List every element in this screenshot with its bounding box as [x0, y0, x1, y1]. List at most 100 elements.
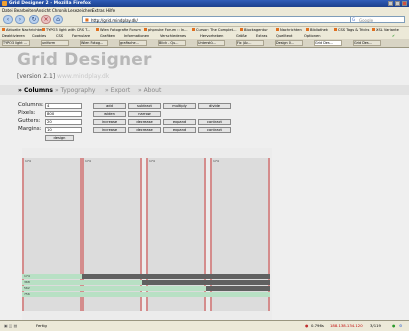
grid-preview: 174 174 174 174 174 368 562 756: [22, 148, 272, 320]
yslow-time: 0.796s: [311, 323, 324, 328]
tab-item[interactable]: Design 0...: [275, 40, 303, 46]
tool-extras[interactable]: Extras: [256, 34, 267, 38]
tool-cookies[interactable]: Cookies: [32, 34, 46, 38]
back-button[interactable]: ‹: [3, 15, 13, 24]
tab-item-active[interactable]: Grid Des...: [314, 40, 342, 46]
bookmark-item[interactable]: Nachrichten: [276, 28, 302, 32]
tab-item[interactable]: grafische...: [119, 40, 147, 46]
version-text: [version 2.1]: [17, 73, 56, 80]
tool-css[interactable]: CSS: [56, 34, 63, 38]
minimize-button[interactable]: [388, 1, 393, 6]
subtract-button[interactable]: subtract: [128, 103, 161, 109]
site-link[interactable]: www.mindplay.dk: [57, 73, 109, 80]
pixels-input[interactable]: 800: [45, 111, 82, 117]
maximize-button[interactable]: [395, 1, 400, 6]
tab-item[interactable]: TYPO3 light ...: [2, 40, 30, 46]
status-icons: ▣ ◫ ▤: [4, 323, 18, 328]
bookmark-icon: [240, 28, 243, 31]
server-ip: 188.138.134.120: [330, 323, 363, 328]
search-placeholder: Google: [359, 17, 374, 23]
bookmark-icon: [276, 28, 279, 31]
bookmark-icon: [144, 28, 147, 31]
bookmark-item[interactable]: phpnuke Forum :: In...: [144, 28, 188, 32]
bookmark-item[interactable]: CSS Tags & Tricks: [334, 28, 369, 32]
status-bar: ▣ ◫ ▤ Fertig ● 0.796s 188.138.134.120 3/…: [0, 320, 409, 331]
bookmark-item[interactable]: TYPO3 light with CRS T...: [42, 28, 90, 32]
tab-item[interactable]: Wien Fotog...: [80, 40, 108, 46]
bookmark-item[interactable]: Aktuelle Nachrichten: [2, 28, 44, 32]
bookmark-icon: [2, 28, 5, 31]
search-box[interactable]: G Google: [350, 16, 405, 23]
bookmark-icon: [372, 28, 375, 31]
margins-label: Margins:: [18, 126, 42, 132]
columns-input[interactable]: 4: [45, 103, 82, 109]
window-title: Grid Designer 2 - Mozilla Firefox: [9, 1, 91, 6]
gutters-decrease-button[interactable]: decrease: [128, 119, 161, 125]
bookmark-item[interactable]: XSL Variante: [372, 28, 399, 32]
forward-button[interactable]: ›: [15, 15, 25, 24]
tool-quelltext[interactable]: Quelltext: [276, 34, 292, 38]
site-icon: ■: [85, 17, 89, 22]
widen-button[interactable]: widen: [93, 111, 126, 117]
remaining-bar: [206, 286, 270, 291]
narrow-button[interactable]: narrow: [128, 111, 161, 117]
tool-deaktivieren[interactable]: Deaktivieren: [2, 34, 25, 38]
tool-hervorheben[interactable]: Hervorheben: [200, 34, 223, 38]
column-width-label: 174: [25, 159, 31, 163]
bookmark-icon: [96, 28, 99, 31]
bookmark-item[interactable]: Wien Fotografie Forum: [96, 28, 141, 32]
nav-about[interactable]: » About: [138, 87, 161, 94]
reload-button[interactable]: ↻: [29, 15, 39, 24]
remaining-bar: [142, 280, 270, 285]
tab-item[interactable]: Grid Des...: [353, 40, 381, 46]
tab-item[interactable]: uniform: [41, 40, 69, 46]
version-line: [version 2.1] www.mindplay.dk: [17, 73, 109, 80]
tool-verschiedenes[interactable]: Verschiedenes: [160, 34, 186, 38]
page-content: Grid Designer [version 2.1] www.mindplay…: [0, 48, 409, 320]
nav-export[interactable]: » Export: [105, 87, 130, 94]
check-icon: ✔: [392, 33, 396, 38]
tool-informationen[interactable]: Informationen: [124, 34, 149, 38]
navigation-toolbar: ‹ › ↻ × ⌂ ■ http://grid.mindplay.dk/ G G…: [0, 13, 409, 27]
add-button[interactable]: add: [93, 103, 126, 109]
tab-item[interactable]: Fix (Ac...: [236, 40, 264, 46]
divide-button[interactable]: divide: [198, 103, 231, 109]
margins-expand-button[interactable]: expand: [163, 127, 196, 133]
window-titlebar: Grid Designer 2 - Mozilla Firefox: [0, 0, 409, 7]
nav-typography[interactable]: » Typography: [55, 87, 95, 94]
gutters-input[interactable]: 20: [45, 119, 82, 125]
margins-decrease-button[interactable]: decrease: [128, 127, 161, 133]
bookmark-item[interactable]: Bibliothek: [306, 28, 328, 32]
bookmark-icon: [306, 28, 309, 31]
stop-button[interactable]: ×: [41, 15, 51, 24]
tool-groesse[interactable]: Größe: [236, 34, 247, 38]
tool-formulare[interactable]: Formulare: [72, 34, 90, 38]
bookmark-item[interactable]: Cursor: The Complet...: [192, 28, 236, 32]
bookmark-item[interactable]: Blockagentur: [240, 28, 268, 32]
gutters-expand-button[interactable]: expand: [163, 119, 196, 125]
bookmark-icon: [334, 28, 337, 31]
span-measure: 174: [22, 274, 82, 279]
margins-increase-button[interactable]: increase: [93, 127, 126, 133]
tab-item[interactable]: Unterstü...: [197, 40, 225, 46]
gutters-contract-button[interactable]: contract: [198, 119, 231, 125]
gutters-increase-button[interactable]: increase: [93, 119, 126, 125]
url-text: http://grid.mindplay.dk/: [91, 17, 138, 23]
tool-grafiken[interactable]: Grafiken: [100, 34, 115, 38]
span-label: 174: [24, 274, 30, 278]
column-width-label: 174: [213, 159, 219, 163]
margins-input[interactable]: 10: [45, 127, 82, 133]
tab-item[interactable]: Blick - Qu...: [158, 40, 186, 46]
home-button[interactable]: ⌂: [53, 15, 63, 24]
close-button[interactable]: [402, 1, 407, 6]
span-measure: 368: [22, 280, 142, 285]
multiply-button[interactable]: multiply: [163, 103, 196, 109]
url-bar[interactable]: ■ http://grid.mindplay.dk/: [82, 16, 390, 23]
design-button[interactable]: design: [45, 135, 74, 141]
yslow-icon: ●: [305, 323, 309, 328]
tool-optionen[interactable]: Optionen: [304, 34, 320, 38]
status-text: Fertig: [36, 323, 47, 328]
margins-contract-button[interactable]: contract: [198, 127, 231, 133]
nav-columns[interactable]: » Columns: [18, 87, 53, 94]
page-title: Grid Designer: [17, 50, 152, 70]
